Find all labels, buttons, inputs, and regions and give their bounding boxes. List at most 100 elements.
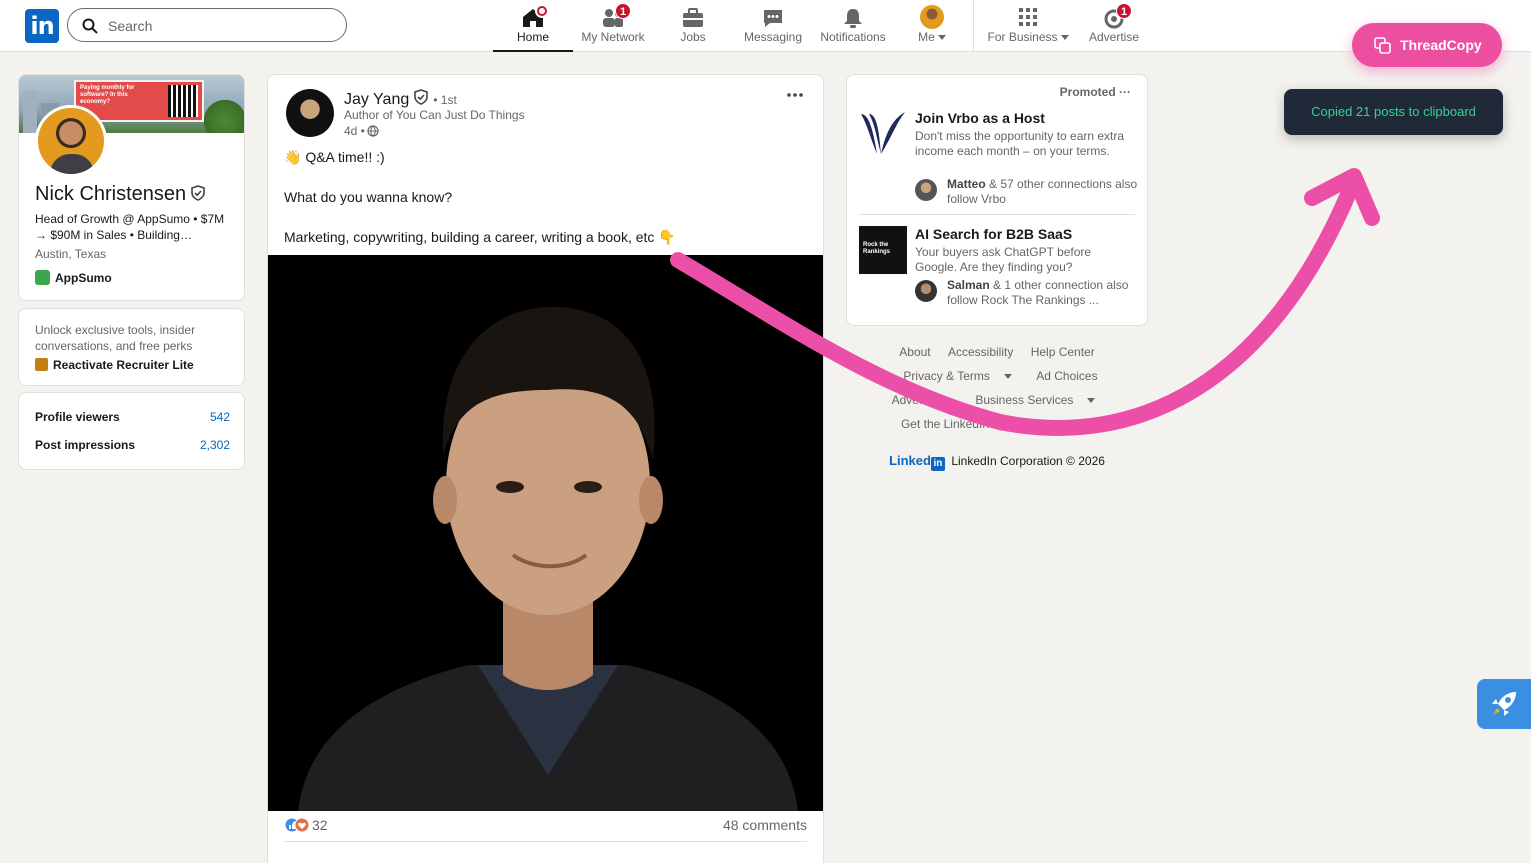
briefcase-icon bbox=[683, 8, 703, 27]
network-badge: 1 bbox=[615, 3, 631, 19]
footer-get-app[interactable]: Get the LinkedIn app bbox=[901, 417, 1012, 431]
search-input[interactable] bbox=[108, 15, 328, 37]
search-icon bbox=[82, 18, 98, 34]
threadcopy-label: ThreadCopy bbox=[1400, 37, 1482, 53]
post-author-subtitle: Author of You Can Just Do Things bbox=[344, 108, 525, 122]
avatar bbox=[920, 5, 944, 29]
portrait-photo bbox=[268, 255, 823, 811]
ad-divider bbox=[859, 214, 1135, 215]
ad-title: Join Vrbo as a Host bbox=[915, 110, 1045, 126]
ad-description: Don't miss the opportunity to earn extra… bbox=[915, 129, 1125, 158]
ad-vrbo[interactable]: Join Vrbo as a Host Don't miss the oppor… bbox=[859, 110, 1139, 210]
message-icon bbox=[764, 10, 782, 27]
profile-card[interactable]: Paying monthly for software? In this eco… bbox=[18, 74, 245, 301]
nav-notifications[interactable]: Notifications bbox=[813, 0, 893, 52]
nav-messaging[interactable]: Messaging bbox=[733, 0, 813, 52]
like-love-reaction-icon bbox=[284, 817, 310, 833]
rock-the-rankings-logo: Rock the Rankings bbox=[859, 226, 907, 274]
nav-jobs-label: Jobs bbox=[680, 30, 706, 44]
premium-icon bbox=[35, 358, 48, 371]
vrbo-logo-icon bbox=[861, 112, 905, 154]
nav-notifications-label: Notifications bbox=[820, 30, 886, 44]
chevron-down-icon bbox=[1087, 398, 1096, 403]
home-dot-badge bbox=[535, 4, 549, 18]
search-box[interactable] bbox=[67, 8, 347, 42]
nav-me-label: Me bbox=[918, 30, 935, 44]
annotation-arrowhead bbox=[1304, 168, 1380, 226]
post-image[interactable] bbox=[268, 255, 823, 811]
post-text-line-1: 👋 Q&A time!! :) bbox=[284, 149, 385, 165]
nav-home[interactable]: Home bbox=[493, 0, 573, 52]
ad-description: Your buyers ask ChatGPT before Google. A… bbox=[915, 245, 1092, 274]
post-author-name[interactable]: Jay Yang • 1st bbox=[344, 89, 457, 109]
stat-profile-viewers[interactable]: Profile viewers 542 bbox=[35, 410, 230, 424]
nav-my-network[interactable]: 1 My Network bbox=[573, 0, 653, 52]
more-options-icon[interactable] bbox=[785, 87, 805, 103]
verified-icon bbox=[414, 89, 429, 105]
profile-headline: Head of Growth @ AppSumo • $7M → $90M in… bbox=[35, 212, 225, 242]
promoted-label: Promoted ··· bbox=[1059, 85, 1131, 99]
footer-about[interactable]: About bbox=[899, 345, 930, 359]
premium-card[interactable]: Unlock exclusive tools, insider conversa… bbox=[18, 308, 245, 386]
post-divider bbox=[284, 841, 807, 842]
reactions-summary[interactable]: 32 bbox=[284, 817, 328, 833]
nav-advertise[interactable]: 1 Advertise bbox=[1080, 0, 1148, 52]
advertise-badge: 1 bbox=[1116, 3, 1132, 19]
copyright-text: LinkedIn Corporation © 2026 bbox=[951, 454, 1105, 468]
footer-ad-choices[interactable]: Ad Choices bbox=[1036, 369, 1097, 383]
feed-post: Jay Yang • 1st Author of You Can Just Do … bbox=[267, 74, 824, 863]
post-author-avatar[interactable] bbox=[286, 89, 334, 137]
connection-degree: • 1st bbox=[433, 93, 457, 107]
stat-post-impressions[interactable]: Post impressions 2,302 bbox=[35, 438, 230, 452]
appsumo-logo-icon bbox=[35, 270, 50, 285]
chevron-down-icon bbox=[1003, 374, 1012, 379]
ad-rock-the-rankings[interactable]: Rock the Rankings AI Search for B2B SaaS… bbox=[859, 226, 1139, 316]
comments-count[interactable]: 48 comments bbox=[723, 817, 807, 833]
qr-code-icon bbox=[168, 85, 198, 117]
post-timestamp: 4d • bbox=[344, 124, 379, 138]
nav-for-business-label: For Business bbox=[987, 30, 1058, 44]
footer-help-center[interactable]: Help Center bbox=[1031, 345, 1095, 359]
copy-icon bbox=[1374, 37, 1391, 54]
post-text-line-3: Marketing, copywriting, building a caree… bbox=[284, 229, 676, 245]
bell-icon bbox=[844, 9, 862, 28]
ad-title: AI Search for B2B SaaS bbox=[915, 226, 1073, 242]
linkedin-wordmark: Linked bbox=[889, 453, 931, 468]
nav-jobs[interactable]: Jobs bbox=[653, 0, 733, 52]
reactivate-recruiter-link[interactable]: Reactivate Recruiter Lite bbox=[35, 358, 194, 372]
footer-privacy-terms[interactable]: Privacy & Terms bbox=[896, 369, 1018, 383]
nav-messaging-label: Messaging bbox=[743, 30, 803, 44]
stats-card: Profile viewers 542 Post impressions 2,302 bbox=[18, 392, 245, 470]
nav-for-business[interactable]: For Business bbox=[980, 0, 1076, 52]
globe-icon bbox=[367, 125, 379, 137]
footer-accessibility[interactable]: Accessibility bbox=[948, 345, 1013, 359]
chevron-down-icon bbox=[1078, 422, 1087, 427]
grid-icon bbox=[1019, 8, 1037, 26]
premium-text: Unlock exclusive tools, insider conversa… bbox=[35, 323, 196, 353]
banner-billboard-text: Paying monthly for software? In this eco… bbox=[80, 85, 135, 105]
linkedin-logo-small: in bbox=[930, 457, 945, 471]
footer-business-services[interactable]: Business Services bbox=[968, 393, 1102, 407]
post-text-line-2: What do you wanna know? bbox=[284, 189, 453, 205]
linkedin-logo[interactable]: in bbox=[25, 9, 59, 43]
chevron-down-icon bbox=[937, 35, 946, 40]
copied-toast: Copied 21 posts to clipboard bbox=[1284, 89, 1503, 135]
profile-company[interactable]: AppSumo bbox=[35, 270, 112, 285]
threadcopy-button[interactable]: ThreadCopy bbox=[1352, 23, 1502, 67]
profile-avatar[interactable] bbox=[35, 105, 107, 177]
connection-avatar bbox=[915, 280, 937, 302]
nav-me[interactable]: Me bbox=[893, 0, 971, 52]
nav-my-network-label: My Network bbox=[581, 30, 645, 44]
more-options-icon[interactable]: ··· bbox=[1119, 85, 1131, 99]
footer-more[interactable]: More bbox=[1030, 417, 1093, 431]
top-navigation: in Home 1 My Network Jobs Messaging Noti… bbox=[0, 0, 1531, 52]
nav-advertise-label: Advertise bbox=[1088, 30, 1140, 44]
rocket-extension-button[interactable] bbox=[1477, 679, 1531, 729]
rocket-icon bbox=[1492, 692, 1516, 716]
footer-advertising[interactable]: Advertising bbox=[892, 393, 951, 407]
promoted-card: Promoted ··· Join Vrbo as a Host Don't m… bbox=[846, 74, 1148, 326]
chevron-down-icon bbox=[1060, 35, 1069, 40]
profile-name[interactable]: Nick Christensen bbox=[35, 183, 206, 206]
copyright: Linked in LinkedIn Corporation © 2026 bbox=[846, 453, 1148, 471]
verified-icon bbox=[191, 185, 205, 201]
